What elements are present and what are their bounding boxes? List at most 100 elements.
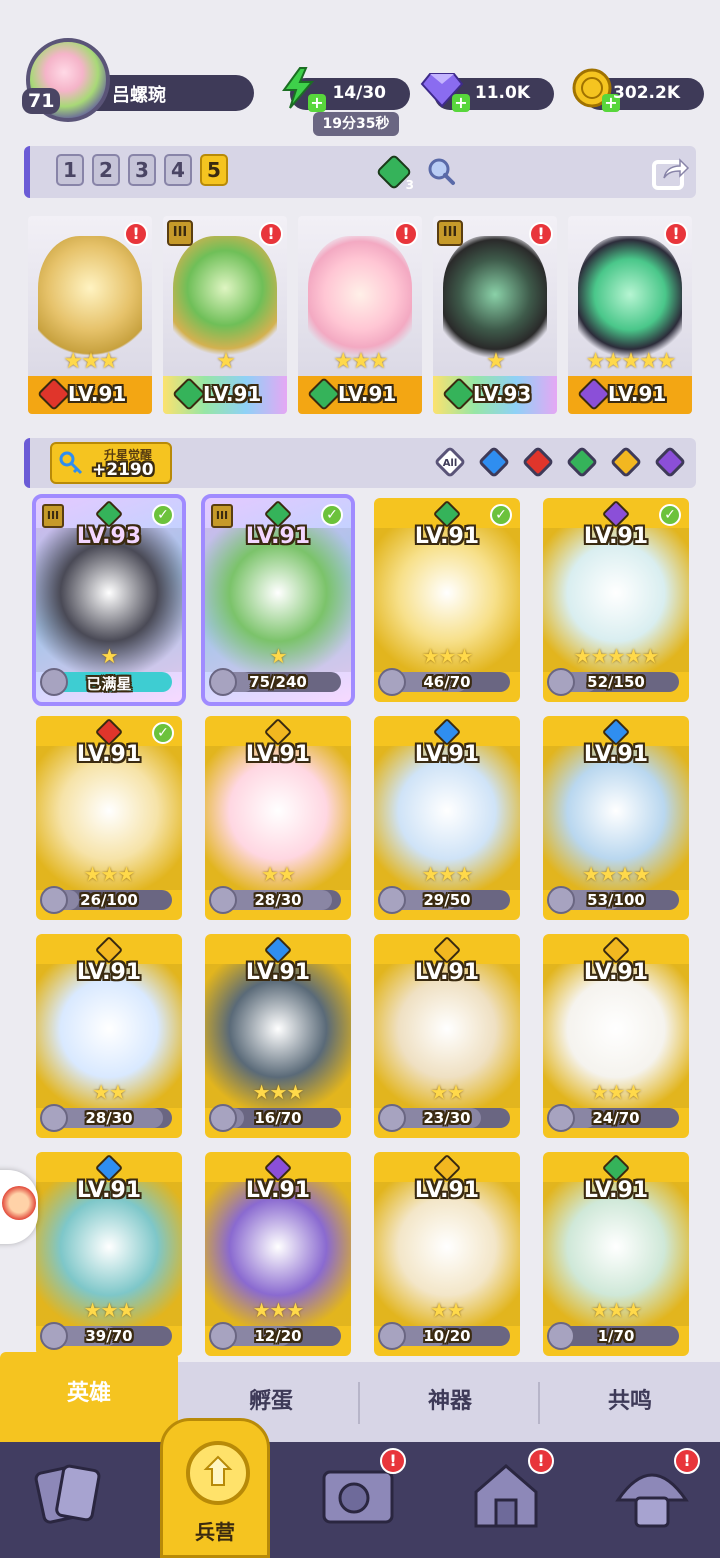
filter-all-icon[interactable]: All bbox=[434, 446, 466, 478]
hero-stars: ★★★★★ bbox=[585, 349, 677, 374]
hero-level: LV.91 bbox=[68, 382, 127, 406]
shard-progress-text: 1/70 bbox=[597, 1327, 635, 1345]
shard-progress-text: 46/70 bbox=[423, 673, 471, 691]
hero-stars: ★★★ bbox=[83, 1298, 136, 1322]
filter-light-icon[interactable] bbox=[610, 446, 642, 478]
hero-stars: ★★★ bbox=[590, 1298, 643, 1322]
hero-card[interactable]: LV.91 ★★★ 16/70 bbox=[205, 934, 351, 1138]
team-tab-2[interactable]: 2 bbox=[92, 154, 120, 186]
castle-nav-button[interactable]: ! bbox=[466, 1448, 554, 1536]
gold-value: 302.2K bbox=[613, 83, 680, 103]
barracks-icon bbox=[186, 1441, 250, 1505]
player-level: 71 bbox=[22, 88, 61, 114]
hero-level: LV.93 bbox=[473, 382, 532, 406]
nature-element-icon bbox=[307, 377, 341, 411]
awaken-button[interactable]: 升星觉醒 +2190 bbox=[50, 442, 172, 484]
hero-level: LV.91 bbox=[608, 382, 667, 406]
team-tab-5[interactable]: 5 bbox=[200, 154, 228, 186]
hero-card[interactable]: LV.91 ★★ 10/20 bbox=[374, 1152, 520, 1356]
team-element-indicator[interactable]: 3 bbox=[376, 154, 414, 192]
nature-element-icon bbox=[442, 377, 476, 411]
check-icon: ✓ bbox=[490, 504, 512, 526]
hero-card[interactable]: LV.91 ★★★ 39/70 bbox=[36, 1152, 182, 1356]
team-tab-1[interactable]: 1 bbox=[56, 154, 84, 186]
awaken-value: +2190 bbox=[92, 460, 154, 480]
team-slot-3[interactable]: ! ★★★ LV.91 bbox=[298, 216, 422, 414]
hero-stars: ★ bbox=[100, 644, 119, 668]
filter-dark-icon[interactable] bbox=[654, 446, 686, 478]
shard-progress-text: 10/20 bbox=[423, 1327, 471, 1345]
tab-resonance[interactable]: 共鸣 bbox=[540, 1362, 720, 1442]
tab-heroes[interactable]: 英雄 bbox=[0, 1352, 178, 1442]
shard-progress-text: 已满星 bbox=[86, 675, 132, 693]
alert-icon: ! bbox=[394, 222, 418, 246]
shard-progress-text: 52/150 bbox=[587, 673, 645, 691]
shard-progress-text: 23/30 bbox=[423, 1109, 471, 1127]
floating-helper-button[interactable] bbox=[0, 1170, 38, 1244]
shard-progress-text: 53/100 bbox=[587, 891, 645, 909]
shard-progress-text: 26/100 bbox=[80, 891, 138, 909]
hero-card[interactable]: LV.91 ★★★ 12/20 bbox=[205, 1152, 351, 1356]
hero-level: LV.91 bbox=[245, 1178, 311, 1203]
shard-progress-bar: 75/240 bbox=[209, 668, 341, 696]
shard-progress-bar: 24/70 bbox=[547, 1104, 679, 1132]
level-band: LV.93 bbox=[433, 376, 557, 414]
hero-card[interactable]: ✓ LV.91 ★★★ 26/100 bbox=[36, 716, 182, 920]
hero-card[interactable]: LV.91 ★★ 28/30 bbox=[205, 716, 351, 920]
hero-card[interactable]: ✓ LV.91 ★★★★★ 52/150 bbox=[543, 498, 689, 702]
alert-icon: ! bbox=[124, 222, 148, 246]
tab-artifacts[interactable]: 神器 bbox=[360, 1362, 540, 1442]
hero-stars: ★★ bbox=[92, 1080, 127, 1104]
hero-stars: ★★★ bbox=[421, 862, 474, 886]
tier-badge: III bbox=[167, 220, 193, 246]
hero-card[interactable]: LV.91 ★★ 23/30 bbox=[374, 934, 520, 1138]
gold-counter[interactable]: + 302.2K bbox=[572, 68, 704, 112]
player-avatar[interactable]: 71 bbox=[22, 38, 110, 122]
alert-icon: ! bbox=[259, 222, 283, 246]
shard-progress-bar: 39/70 bbox=[40, 1322, 172, 1350]
gem-counter[interactable]: + 11.0K bbox=[420, 73, 554, 112]
shard-progress-bar: 53/100 bbox=[547, 886, 679, 914]
team-slot-2[interactable]: III ! ★ LV.91 bbox=[163, 216, 287, 414]
nav-barracks-active[interactable]: 兵营 bbox=[160, 1418, 270, 1558]
filter-nature-icon[interactable] bbox=[566, 446, 598, 478]
shard-progress-bar: 28/30 bbox=[40, 1104, 172, 1132]
team-slot-4[interactable]: III ! ★ LV.93 bbox=[433, 216, 557, 414]
hero-card[interactable]: LV.91 ★★★ 24/70 bbox=[543, 934, 689, 1138]
search-icon[interactable] bbox=[426, 156, 456, 186]
energy-plus-icon[interactable]: + bbox=[308, 94, 326, 112]
hero-level: LV.91 bbox=[583, 524, 649, 549]
team-element-count: 3 bbox=[405, 178, 414, 192]
hero-card[interactable]: LV.91 ★★★ 1/70 bbox=[543, 1152, 689, 1356]
hero-card[interactable]: III ✓ LV.91 ★ 75/240 bbox=[201, 494, 355, 706]
hero-card[interactable]: LV.91 ★★★ 29/50 bbox=[374, 716, 520, 920]
hero-level: LV.91 bbox=[414, 960, 480, 985]
filter-water-icon[interactable] bbox=[478, 446, 510, 478]
hero-card[interactable]: LV.91 ★★ 28/30 bbox=[36, 934, 182, 1138]
shard-progress-bar: 已满星 bbox=[40, 668, 172, 696]
shard-progress-bar: 10/20 bbox=[378, 1322, 510, 1350]
hero-level: LV.91 bbox=[414, 742, 480, 767]
share-icon[interactable] bbox=[650, 152, 690, 192]
filter-fire-icon[interactable] bbox=[522, 446, 554, 478]
team-slot-5[interactable]: ! ★★★★★ LV.91 bbox=[568, 216, 692, 414]
shard-progress-bar: 26/100 bbox=[40, 886, 172, 914]
hero-level: LV.91 bbox=[583, 960, 649, 985]
hero-level: LV.91 bbox=[203, 382, 262, 406]
hero-level: LV.91 bbox=[76, 1178, 142, 1203]
gem-plus-icon[interactable]: + bbox=[452, 94, 470, 112]
shard-progress-bar: 12/20 bbox=[209, 1322, 341, 1350]
shard-progress-text: 24/70 bbox=[592, 1109, 640, 1127]
team-tab-3[interactable]: 3 bbox=[128, 154, 156, 186]
map-nav-button[interactable]: ! bbox=[318, 1448, 406, 1536]
player-name-bar[interactable]: 吕螺琬 bbox=[96, 75, 254, 111]
hero-card[interactable]: III ✓ LV.93 ★ 已满星 bbox=[32, 494, 186, 706]
mushroom-nav-button[interactable]: ! bbox=[612, 1448, 700, 1536]
hero-card[interactable]: LV.91 ★★★★ 53/100 bbox=[543, 716, 689, 920]
energy-counter[interactable]: + 14/30 bbox=[282, 67, 410, 112]
team-tab-4[interactable]: 4 bbox=[164, 154, 192, 186]
team-slot-1[interactable]: ! ★★★ LV.91 bbox=[28, 216, 152, 414]
cards-icon[interactable] bbox=[30, 1456, 110, 1536]
hero-stars: ★★★ bbox=[63, 349, 118, 374]
hero-card[interactable]: ✓ LV.91 ★★★ 46/70 bbox=[374, 498, 520, 702]
